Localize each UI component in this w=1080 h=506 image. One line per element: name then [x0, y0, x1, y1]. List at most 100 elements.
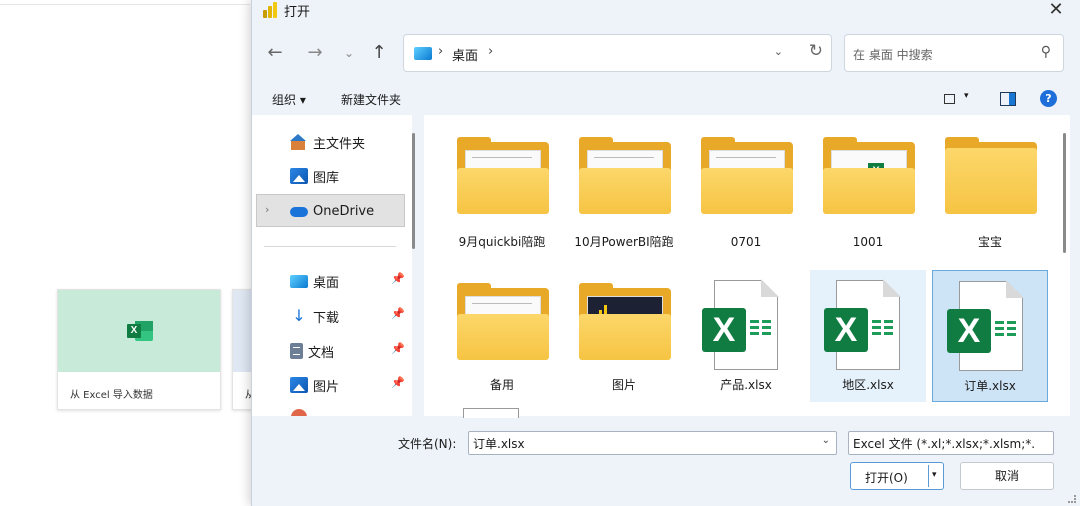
sidebar-item-label: 主文件夹 [313, 136, 366, 152]
excel-file-item[interactable]: X 地区.xlsx [810, 270, 926, 402]
file-name: 0701 [730, 235, 762, 249]
excel-file-icon: X [947, 280, 1024, 371]
forward-button[interactable]: → [304, 34, 326, 72]
back-button[interactable]: ← [264, 34, 286, 72]
import-excel-card[interactable]: X 从 Excel 导入数据 [57, 289, 221, 410]
pin-icon: 📌 [391, 376, 405, 389]
folder-item[interactable]: 宝宝 [932, 118, 1048, 250]
folder-item[interactable]: 9月quickbi陪跑 [444, 118, 560, 250]
navigation-pane: 主文件夹 图库 › OneDrive 桌面 📌 ↓ 下载 📌 文档 📌 图片 📌 [252, 115, 412, 416]
search-placeholder: 在 桌面 中搜索 [853, 48, 933, 62]
sidebar-item-label: 图库 [313, 170, 340, 186]
open-options-button[interactable]: ▾ [932, 470, 937, 480]
folder-icon [457, 283, 549, 360]
sidebar-item-label: OneDrive [313, 203, 375, 219]
open-file-dialog: 打开 ✕ ← → ⌄ ↑ › 桌面 › ⌄ ↻ 在 桌面 中搜索 ⚲ 组织 ▾ … [251, 0, 1080, 506]
folder-icon [579, 137, 671, 214]
close-button[interactable]: ✕ [1045, 0, 1067, 22]
sidebar-divider [264, 246, 396, 247]
sidebar-item-documents[interactable]: 文档 📌 [290, 340, 405, 362]
gallery-icon [290, 168, 308, 184]
refresh-button[interactable]: ↻ [809, 41, 823, 61]
address-dropdown-button[interactable]: ⌄ [774, 45, 783, 58]
folder-icon [701, 137, 793, 214]
sidebar-item-pictures[interactable]: 图片 📌 [290, 374, 405, 396]
sidebar-item-label: 图片 [313, 379, 340, 395]
folder-icon [579, 283, 671, 360]
file-name: 备用 [489, 378, 514, 392]
chevron-down-icon: ▾ [964, 91, 969, 101]
pin-icon: 📌 [391, 342, 405, 355]
breadcrumb-desktop[interactable]: 桌面 [452, 45, 478, 64]
view-icon [944, 94, 955, 104]
pin-icon: 📌 [391, 272, 405, 285]
search-input[interactable]: 在 桌面 中搜索 ⚲ [844, 34, 1064, 72]
dialog-titlebar: 打开 ✕ [252, 0, 1080, 24]
desktop-icon [290, 274, 308, 288]
search-icon[interactable]: ⚲ [1041, 44, 1051, 60]
resize-grip[interactable] [1068, 495, 1076, 503]
address-bar[interactable]: › 桌面 › ⌄ ↻ [403, 34, 832, 72]
sidebar-item-label: 下载 [313, 310, 340, 326]
help-button[interactable]: ? [1040, 90, 1057, 107]
up-button[interactable]: ↑ [368, 34, 390, 72]
file-list-scrollbar[interactable] [1063, 133, 1066, 253]
folder-icon: X [823, 137, 915, 214]
recent-locations-button[interactable]: ⌄ [338, 34, 360, 72]
folder-item[interactable]: X 1001 [810, 118, 926, 250]
download-icon: ↓ [292, 306, 306, 325]
excel-file-icon: X [824, 279, 901, 370]
sidebar-item-label: 桌面 [313, 275, 340, 291]
excel-file-icon: X [702, 279, 779, 370]
new-folder-button[interactable]: 新建文件夹 [341, 91, 401, 108]
breadcrumb-separator[interactable]: › [438, 44, 443, 59]
organize-menu[interactable]: 组织 ▾ [272, 91, 306, 108]
folder-item[interactable]: 10月PowerBI陪跑 [566, 118, 682, 250]
file-name: 订单.xlsx [964, 379, 1016, 393]
breadcrumb-separator[interactable]: › [488, 44, 493, 59]
sidebar-item-gallery[interactable]: 图库 [290, 165, 339, 187]
folder-item[interactable]: 备用 [444, 270, 560, 402]
sidebar-item-home[interactable]: 主文件夹 [290, 131, 365, 153]
powerbi-icon [263, 2, 277, 18]
filetype-select[interactable]: Excel 文件 (*.xl;*.xlsx;*.xlsm;*. [848, 431, 1054, 455]
cancel-button[interactable]: 取消 [960, 462, 1054, 490]
open-button-label: 打开(O) [865, 471, 908, 485]
desktop-icon [414, 47, 432, 60]
file-name: 图片 [611, 378, 636, 392]
pictures-icon [290, 377, 308, 393]
view-options-button[interactable]: ▾ [944, 91, 978, 108]
filename-input[interactable]: 订单.xlsx ⌄ [468, 431, 837, 455]
pin-icon: 📌 [391, 307, 405, 320]
navigation-scrollbar[interactable] [412, 133, 415, 249]
filename-value: 订单.xlsx [473, 437, 525, 451]
preview-pane-button[interactable] [1000, 92, 1016, 106]
onedrive-icon [290, 207, 308, 217]
chevron-down-icon[interactable]: ⌄ [822, 435, 830, 446]
home-icon [290, 134, 308, 150]
folder-item[interactable]: 0701 [688, 118, 804, 250]
folder-icon [945, 137, 1037, 214]
excel-icon: X [125, 319, 153, 343]
background-divider [0, 4, 250, 5]
sidebar-item-onedrive[interactable]: OneDrive [290, 200, 374, 222]
file-name: 产品.xlsx [720, 378, 772, 392]
file-list: 9月quickbi陪跑 10月PowerBI陪跑 0701 X [424, 115, 1070, 416]
file-name: 地区.xlsx [842, 378, 894, 392]
file-name: 9月quickbi陪跑 [458, 235, 546, 249]
expand-icon[interactable]: › [265, 203, 269, 216]
file-icon [463, 408, 519, 418]
split-divider [928, 465, 929, 487]
file-name: 宝宝 [977, 235, 1002, 249]
folder-icon [457, 137, 549, 214]
folder-item[interactable]: 图片 [566, 270, 682, 402]
file-name: 10月PowerBI陪跑 [574, 235, 674, 249]
open-button[interactable]: 打开(O) ▾ [850, 462, 944, 490]
sidebar-item-desktop[interactable]: 桌面 📌 [290, 270, 405, 292]
import-excel-card-banner: X [58, 290, 220, 372]
filetype-value: Excel 文件 (*.xl;*.xlsx;*.xlsm;*. [853, 437, 1036, 451]
sidebar-item-downloads[interactable]: ↓ 下载 📌 [290, 305, 404, 327]
document-icon [290, 343, 303, 359]
excel-file-item[interactable]: X 订单.xlsx [932, 270, 1048, 402]
excel-file-item[interactable]: X 产品.xlsx [688, 270, 804, 402]
